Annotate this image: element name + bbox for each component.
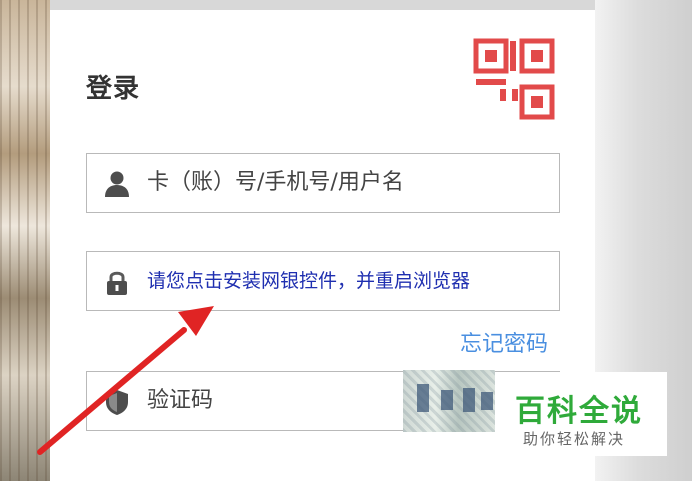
username-field[interactable]: 卡（账）号/手机号/用户名 — [86, 153, 560, 213]
watermark-badge: 百科全说 助你轻松解决 — [495, 372, 667, 456]
background-image-left — [0, 0, 50, 481]
login-title: 登录 — [86, 74, 141, 104]
username-placeholder: 卡（账）号/手机号/用户名 — [147, 170, 404, 195]
user-icon — [105, 171, 129, 197]
shield-icon — [106, 390, 128, 415]
lock-icon — [107, 271, 127, 295]
watermark-slogan: 助你轻松解决 — [523, 430, 626, 448]
captcha-image[interactable] — [403, 370, 495, 432]
captcha-placeholder: 验证码 — [147, 388, 214, 413]
plugin-install-notice[interactable]: 请您点击安装网银控件，并重启浏览器 — [147, 252, 470, 310]
forgot-password-link[interactable]: 忘记密码 — [460, 326, 548, 358]
qr-code-icon[interactable] — [472, 37, 556, 121]
password-field[interactable]: 请您点击安装网银控件，并重启浏览器 — [86, 251, 560, 311]
watermark-brand: 百科全说 — [515, 394, 643, 429]
